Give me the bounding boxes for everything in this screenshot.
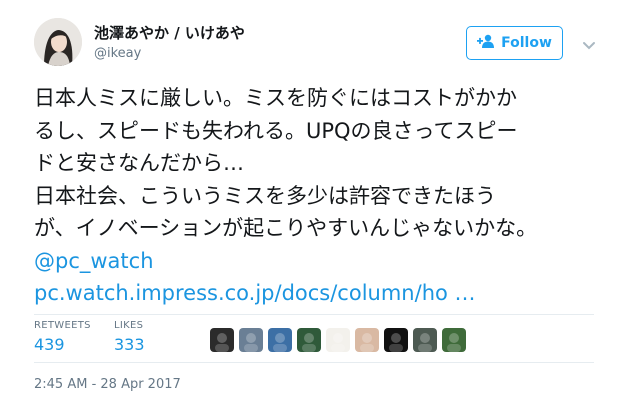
tweet-stats: RETWEETS 439 LIKES 333	[34, 314, 594, 362]
mention-link[interactable]: @pc_watch	[34, 245, 594, 278]
retweets-stat[interactable]: RETWEETS 439	[34, 320, 91, 356]
likes-stat[interactable]: LIKES 333	[114, 320, 145, 356]
tweet-timestamp[interactable]: 2:45 AM - 28 Apr 2017	[34, 377, 181, 392]
tweet-text-line: ドと安さなんだから…	[34, 151, 244, 175]
tweet-text-line: が、イノベーションが起こりやすいんじゃないかな。	[34, 216, 538, 240]
retweets-label: RETWEETS	[34, 320, 91, 331]
liker-avatar-6[interactable]	[355, 328, 379, 352]
add-user-icon	[477, 34, 495, 52]
liker-avatar-5[interactable]	[326, 328, 350, 352]
divider	[34, 362, 594, 363]
tweet-text: 日本人ミスに厳しい。ミスを防ぐにはコストがかか るし、スピードも失われる。UPQ…	[34, 82, 594, 310]
liker-avatar-3[interactable]	[268, 328, 292, 352]
tweet-header: 池澤あやか / いけあや @ikeay Follow	[34, 18, 596, 70]
user-display-name[interactable]: 池澤あやか / いけあや	[94, 24, 245, 42]
likes-label: LIKES	[114, 320, 144, 331]
follow-button-label: Follow	[501, 35, 552, 51]
liker-avatars	[210, 328, 466, 352]
liker-avatar-4[interactable]	[297, 328, 321, 352]
user-info: 池澤あやか / いけあや @ikeay	[94, 24, 245, 63]
chevron-down-icon[interactable]	[582, 36, 596, 50]
url-link[interactable]: pc.watch.impress.co.jp/docs/column/ho …	[34, 277, 594, 310]
likes-count: 333	[114, 335, 145, 354]
tweet-text-line: 日本人ミスに厳しい。ミスを防ぐにはコストがかか	[34, 86, 517, 110]
follow-button[interactable]: Follow	[466, 26, 563, 60]
liker-avatar-8[interactable]	[413, 328, 437, 352]
liker-avatar-1[interactable]	[210, 328, 234, 352]
liker-avatar-9[interactable]	[442, 328, 466, 352]
liker-avatar-2[interactable]	[239, 328, 263, 352]
liker-avatar-7[interactable]	[384, 328, 408, 352]
user-handle[interactable]: @ikeay	[94, 45, 245, 63]
retweets-count: 439	[34, 335, 65, 354]
tweet-text-line: るし、スピードも失われる。UPQの良さってスピー	[34, 118, 518, 143]
tweet-text-line: 日本社会、こういうミスを多少は許容できたほう	[34, 183, 496, 208]
user-avatar[interactable]	[34, 18, 82, 66]
